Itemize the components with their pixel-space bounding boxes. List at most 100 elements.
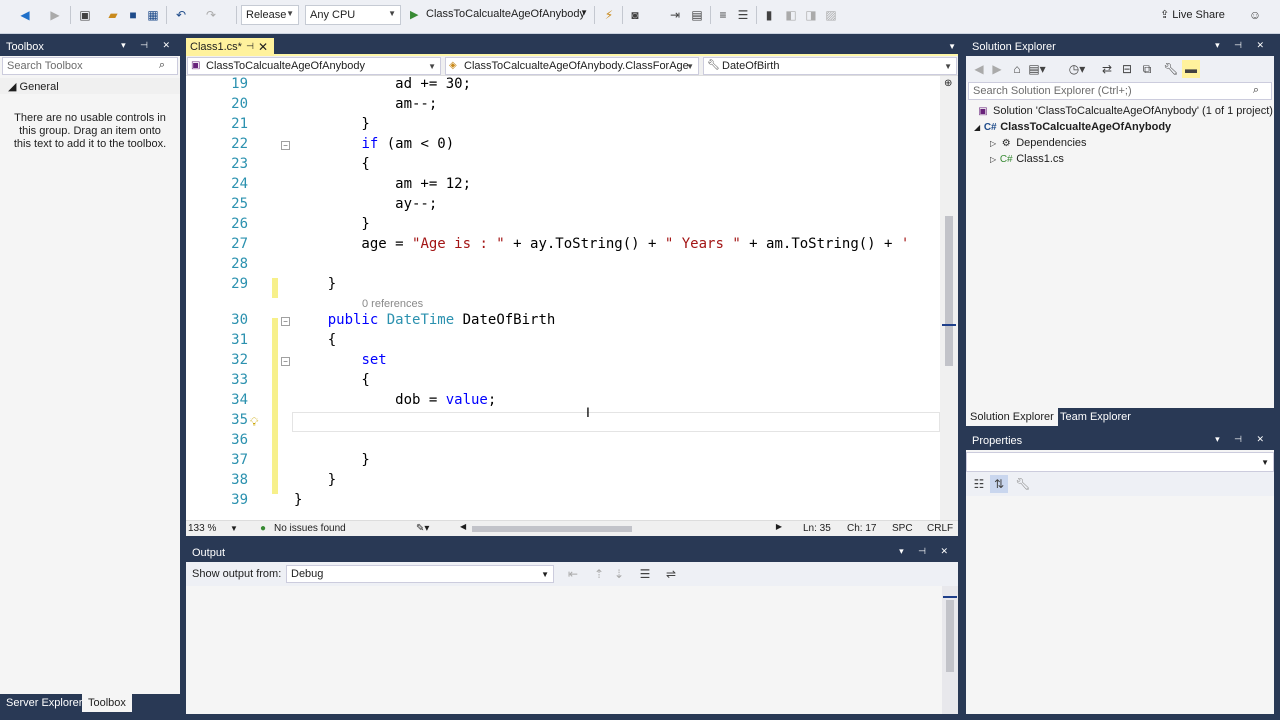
tree-solution[interactable]: ▣ Solution 'ClassToCalcualteAgeOfAnybody'… — [976, 105, 1273, 117]
alphabetical-icon[interactable]: ⇅ — [990, 475, 1008, 493]
sync-icon[interactable]: ⇄ — [1098, 60, 1116, 78]
output-source-select[interactable]: Debug ▼ — [286, 565, 554, 583]
feedback-icon[interactable]: ☺ — [1246, 6, 1264, 24]
back-icon[interactable]: ◀ — [970, 60, 988, 78]
next-message-icon[interactable]: ⇣ — [610, 565, 628, 583]
wrench-icon[interactable]: 🔧︎ — [1014, 475, 1032, 493]
editor-horizontal-scrollbar[interactable]: ◀ ▶ — [460, 522, 782, 533]
configuration-select[interactable]: Release ▼ — [241, 5, 299, 25]
undo-icon[interactable]: ↶ — [172, 6, 190, 24]
properties-object-select[interactable]: ▼ — [966, 452, 1274, 472]
preview-icon[interactable]: ▬ — [1182, 60, 1200, 78]
tab-toolbox[interactable]: Toolbox — [82, 694, 132, 712]
code-line[interactable]: am += 12; — [294, 176, 471, 192]
code-line[interactable]: dob = value; — [294, 392, 496, 408]
format-icon[interactable]: ▤ — [688, 6, 706, 24]
scrollbar-thumb[interactable] — [945, 216, 953, 366]
lightbulb-icon[interactable]: 💡︎ — [250, 415, 258, 430]
forward-icon[interactable]: ▶ — [46, 6, 64, 24]
switch-views-icon[interactable]: ▤▾ — [1028, 60, 1046, 78]
close-icon[interactable]: ✕ — [258, 40, 268, 54]
code-line[interactable]: { — [294, 156, 369, 172]
tab-team-explorer[interactable]: Team Explorer — [1056, 408, 1135, 426]
zoom-level[interactable]: 133 % — [188, 523, 216, 534]
split-icon[interactable]: ⊕ — [944, 78, 952, 89]
code-line[interactable]: age = "Age is : " + ay.ToString() + " Ye… — [294, 236, 909, 252]
code-line[interactable]: ay--; — [294, 196, 437, 212]
code-line[interactable]: set — [294, 352, 386, 368]
collapse-toggle[interactable]: − — [281, 141, 290, 150]
step-icon[interactable]: ⇥ — [666, 6, 684, 24]
platform-select[interactable]: Any CPU ▼ — [305, 5, 401, 25]
pin-icon[interactable]: ⊣ — [246, 41, 254, 52]
code-line[interactable]: } — [294, 452, 369, 468]
next-bookmark-icon[interactable]: ◨ — [802, 6, 820, 24]
panel-controls[interactable]: ▾ ⊣ ✕ — [121, 40, 176, 51]
code-line[interactable]: } — [294, 276, 336, 292]
tree-project[interactable]: ◢ C# ClassToCalcualteAgeOfAnybody — [974, 121, 1171, 133]
panel-controls[interactable]: ▾ ⊣ ✕ — [1215, 40, 1270, 51]
show-all-files-icon[interactable]: ⧉ — [1138, 60, 1156, 78]
new-project-icon[interactable]: ▣ — [76, 6, 94, 24]
hot-reload-icon[interactable]: ⚡ — [600, 6, 618, 24]
back-icon[interactable]: ◀ — [16, 6, 34, 24]
collapse-toggle[interactable]: − — [281, 317, 290, 326]
codelens-references[interactable]: 0 references — [362, 298, 423, 310]
comment-icon[interactable]: ≡ — [714, 6, 732, 24]
panel-controls[interactable]: ▾ ⊣ ✕ — [899, 546, 954, 557]
camera-icon[interactable]: ◙ — [626, 6, 644, 24]
code-line[interactable]: { — [294, 372, 369, 388]
line-endings[interactable]: CRLF — [927, 523, 953, 534]
collapse-toggle[interactable]: − — [281, 357, 290, 366]
collapse-all-icon[interactable]: ⊟ — [1118, 60, 1136, 78]
issues-status[interactable]: No issues found — [274, 523, 346, 534]
find-message-icon[interactable]: ⇤ — [564, 565, 582, 583]
panel-controls[interactable]: ▾ ⊣ ✕ — [1215, 434, 1270, 445]
bookmark-icon[interactable]: ▮ — [760, 6, 778, 24]
member-nav-select[interactable]: 🔧︎ DateOfBirth ▼ — [703, 57, 957, 75]
categorized-icon[interactable]: ☷ — [970, 475, 988, 493]
code-editor[interactable]: − − − 💡︎ 0 references 19 ad += 30; 20 am-… — [186, 76, 958, 520]
scroll-right-icon[interactable]: ▶ — [776, 522, 782, 531]
clear-all-icon[interactable]: ☰ — [636, 565, 654, 583]
uncomment-icon[interactable]: ☰ — [734, 6, 752, 24]
toolbox-search-input[interactable]: Search Toolbox ⌕ — [2, 57, 178, 75]
tab-server-explorer[interactable]: Server Explorer — [0, 694, 88, 712]
clear-bookmarks-icon[interactable]: ▨ — [822, 6, 840, 24]
brush-icon[interactable]: ✎▾ — [416, 523, 429, 534]
toolbox-group-general[interactable]: ◢ General — [0, 78, 180, 94]
save-icon[interactable]: ■ — [124, 6, 142, 24]
scrollbar-thumb[interactable] — [472, 526, 632, 532]
forward-icon[interactable]: ▶ — [988, 60, 1006, 78]
code-line[interactable]: am--; — [294, 96, 437, 112]
start-button[interactable]: ▶ ClassToCalcualteAgeOfAnybody ▼ — [406, 5, 588, 25]
scrollbar-thumb[interactable] — [946, 600, 954, 672]
live-share-button[interactable]: ⇪ Live Share — [1160, 8, 1225, 21]
indentation-mode[interactable]: SPC — [892, 523, 913, 534]
project-nav-select[interactable]: ▣ ClassToCalcualteAgeOfAnybody ▼ — [187, 57, 441, 75]
open-folder-icon[interactable]: ▰ — [104, 6, 122, 24]
prev-bookmark-icon[interactable]: ◧ — [782, 6, 800, 24]
chevron-down-icon[interactable]: ▼ — [948, 42, 956, 51]
code-line[interactable]: ad += 30; — [294, 76, 471, 92]
code-line[interactable]: } — [294, 216, 369, 232]
code-line[interactable]: if (am < 0) — [294, 136, 454, 152]
code-line[interactable]: public DateTime DateOfBirth — [294, 312, 556, 328]
output-vertical-scrollbar[interactable] — [942, 586, 958, 714]
home-icon[interactable]: ⌂ — [1008, 60, 1026, 78]
code-line[interactable]: { — [294, 332, 336, 348]
tab-solution-explorer[interactable]: Solution Explorer — [966, 408, 1058, 426]
output-text-area[interactable] — [186, 586, 958, 714]
word-wrap-icon[interactable]: ⇌ — [662, 565, 680, 583]
tab-class1-cs[interactable]: Class1.cs* ⊣ ✕ — [186, 38, 274, 56]
pending-changes-icon[interactable]: ◷▾ — [1068, 60, 1086, 78]
editor-vertical-scrollbar[interactable]: ⊕ — [940, 76, 958, 520]
properties-icon[interactable]: 🔧︎ — [1162, 60, 1180, 78]
redo-icon[interactable]: ↷ — [202, 6, 220, 24]
scroll-left-icon[interactable]: ◀ — [460, 522, 466, 531]
save-all-icon[interactable]: ▦ — [144, 6, 162, 24]
tree-class1-cs[interactable]: ▷ C# Class1.cs — [990, 153, 1064, 165]
tree-dependencies[interactable]: ▷ ⚙ Dependencies — [990, 137, 1087, 149]
code-line[interactable]: } — [294, 472, 336, 488]
chevron-down-icon[interactable]: ▼ — [230, 524, 238, 533]
